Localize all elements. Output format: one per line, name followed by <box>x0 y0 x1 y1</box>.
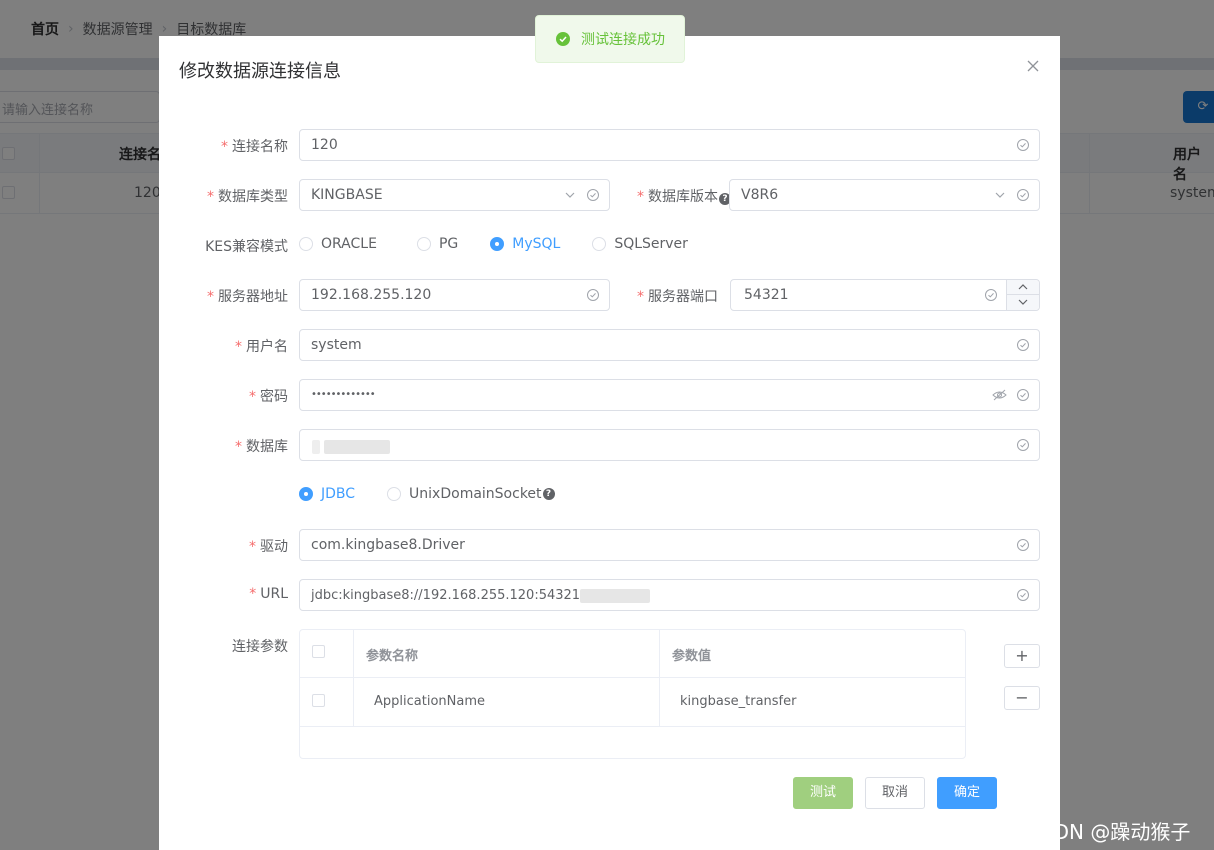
password-label: * 密码 <box>249 389 288 405</box>
driver-label: * 驱动 <box>249 539 288 555</box>
url-label: * URL <box>249 586 288 602</box>
radio-sqlserver[interactable]: SQLServer <box>592 236 688 252</box>
password-input[interactable]: ••••••••••••• <box>299 379 1040 411</box>
header-param-value: 参数值 <box>672 649 712 664</box>
port-stepper <box>1006 280 1039 310</box>
valid-check-icon <box>1016 588 1030 602</box>
redacted-text <box>324 440 390 454</box>
cancel-button[interactable]: 取消 <box>865 777 925 809</box>
valid-check-icon <box>1016 538 1030 552</box>
confirm-button[interactable]: 确定 <box>937 777 997 809</box>
column-divider <box>353 630 354 677</box>
chevron-up-icon <box>1018 284 1028 290</box>
server-addr-input[interactable]: 192.168.255.120 <box>299 279 610 311</box>
column-divider <box>659 630 660 677</box>
param-name-cell[interactable]: ApplicationName <box>374 694 485 709</box>
db-type-label: * 数据库类型 <box>207 189 288 205</box>
database-input[interactable] <box>299 429 1040 461</box>
param-value-cell[interactable]: kingbase_transfer <box>680 694 796 709</box>
conn-name-input[interactable]: 120 <box>299 129 1040 161</box>
redacted-text <box>622 589 650 603</box>
success-check-icon <box>556 32 570 46</box>
username-label: * 用户名 <box>235 339 288 355</box>
params-label: 连接参数 <box>232 639 288 655</box>
dialog-title: 修改数据源连接信息 <box>179 61 341 82</box>
radio-pg[interactable]: PG <box>416 236 458 252</box>
valid-check-icon <box>1016 388 1030 402</box>
valid-check-icon <box>586 288 600 302</box>
select-all-checkbox[interactable] <box>312 645 325 658</box>
server-port-label: * 服务器端口 <box>637 289 718 305</box>
radio-circle-icon <box>299 237 313 251</box>
header-param-name: 参数名称 <box>366 649 419 664</box>
radio-circle-icon <box>387 487 402 501</box>
conn-type-radio-group: JDBC UnixDomainSocket? <box>299 486 555 502</box>
chevron-down-icon <box>994 189 1006 201</box>
edit-connection-dialog: 修改数据源连接信息 * 连接名称 120 * 数据库类型 KINGBASE * 数据库… <box>159 36 1060 850</box>
server-addr-label: * 服务器地址 <box>207 289 288 305</box>
redacted-text <box>312 440 320 454</box>
test-button[interactable]: 测试 <box>793 777 853 809</box>
watermark: CSDN @躁动猴子 <box>1027 820 1191 844</box>
chevron-down-icon <box>1018 299 1028 305</box>
redacted-text <box>580 589 625 603</box>
eye-icon[interactable] <box>992 388 1007 402</box>
success-toast: 测试连接成功 <box>535 15 685 63</box>
decrease-button[interactable] <box>1007 295 1039 310</box>
radio-checked-icon <box>299 487 313 501</box>
valid-check-icon <box>1016 338 1030 352</box>
driver-input[interactable]: com.kingbase8.Driver <box>299 529 1040 561</box>
toast-message: 测试连接成功 <box>581 32 665 48</box>
question-icon[interactable]: ? <box>542 488 555 500</box>
db-version-label: * 数据库版本? <box>637 186 731 206</box>
column-divider <box>353 678 354 726</box>
db-type-select[interactable]: KINGBASE <box>299 179 610 211</box>
radio-circle-icon <box>592 237 607 251</box>
column-divider <box>659 678 660 726</box>
conn-name-label: * 连接名称 <box>221 139 288 155</box>
radio-oracle[interactable]: ORACLE <box>299 236 377 252</box>
radio-jdbc[interactable]: JDBC <box>299 486 355 502</box>
remove-param-button[interactable]: − <box>1004 686 1040 710</box>
valid-check-icon <box>1016 188 1030 202</box>
valid-check-icon <box>1016 438 1030 452</box>
valid-check-icon <box>984 288 998 302</box>
row-checkbox[interactable] <box>312 694 325 707</box>
username-input[interactable]: system <box>299 329 1040 361</box>
kes-mode-radio-group: ORACLE PG MySQL SQLServer <box>299 236 688 252</box>
radio-circle-icon <box>416 237 431 251</box>
db-version-select[interactable]: V8R6 <box>729 179 1040 211</box>
table-row[interactable]: ApplicationName kingbase_transfer <box>300 678 965 727</box>
valid-check-icon <box>586 188 600 202</box>
add-param-button[interactable]: + <box>1004 644 1040 668</box>
params-table-header: 参数名称 参数值 <box>300 630 965 678</box>
kes-mode-label: KES兼容模式 <box>205 239 288 255</box>
increase-button[interactable] <box>1007 280 1039 295</box>
radio-mysql[interactable]: MySQL <box>490 236 560 252</box>
chevron-down-icon <box>564 189 576 201</box>
database-label: * 数据库 <box>235 439 288 455</box>
params-table: 参数名称 参数值 ApplicationName kingbase_transf… <box>299 629 966 759</box>
close-icon[interactable] <box>1025 58 1041 74</box>
server-port-input[interactable]: 54321 <box>730 279 1040 311</box>
valid-check-icon <box>1016 138 1030 152</box>
radio-checked-icon <box>490 237 505 251</box>
url-input[interactable]: jdbc:kingbase8://192.168.255.120:54321/ <box>299 579 1040 611</box>
radio-unix-socket[interactable]: UnixDomainSocket? <box>387 486 555 502</box>
